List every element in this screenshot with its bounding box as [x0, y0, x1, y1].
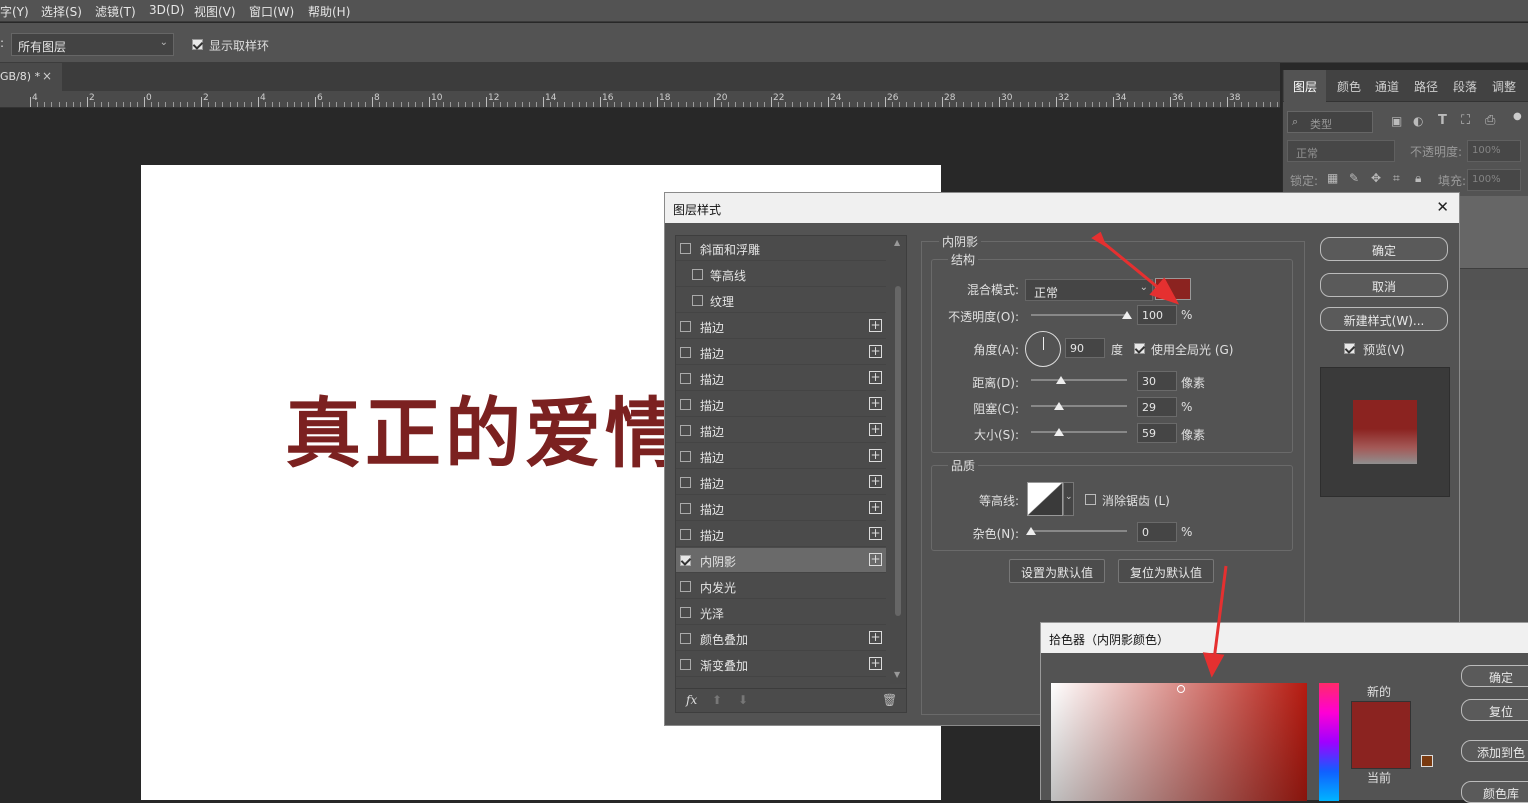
annotation-arrowhead-swatch — [1149, 277, 1180, 305]
annotation-arrow-to-picker — [1212, 565, 1228, 661]
annotation-arrows — [1091, 231, 1228, 678]
annotation-arrow-tail-icon — [1091, 231, 1108, 248]
annotation-arrowhead-picker — [1202, 652, 1225, 678]
annotation-arrow-to-swatch — [1099, 238, 1167, 296]
